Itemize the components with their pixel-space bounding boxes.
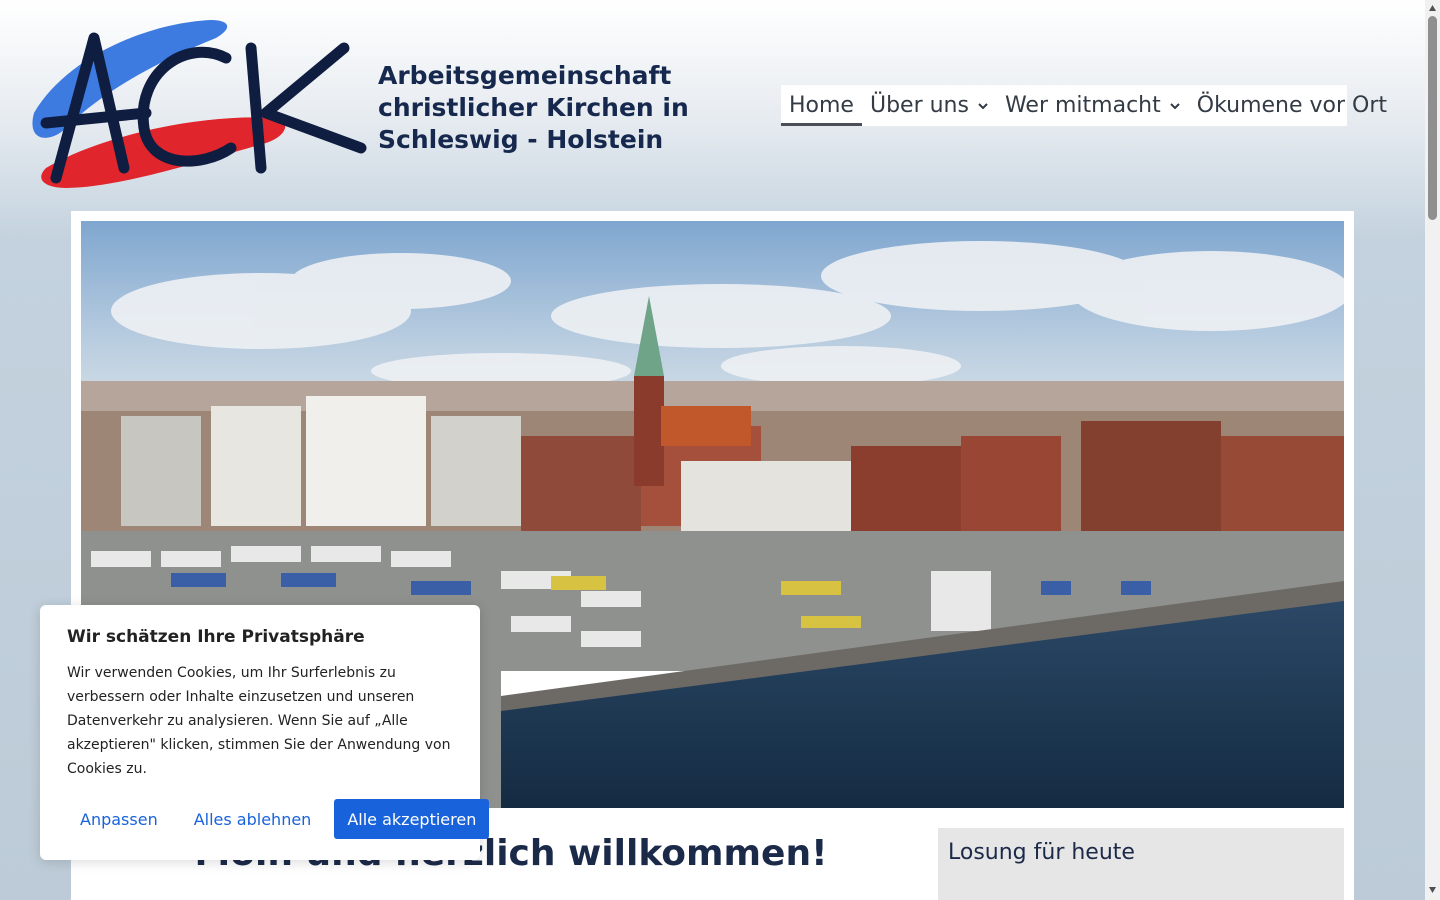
logo-wordmark: Arbeitsgemeinschaft christlicher Kirchen… — [378, 60, 689, 156]
logo-line-1: Arbeitsgemeinschaft — [378, 61, 672, 90]
cookie-consent-banner: Wir schätzen Ihre Privatsphäre Wir verwe… — [40, 605, 490, 860]
nav-item-home[interactable]: Home — [781, 85, 862, 126]
nav-item-label: Über uns — [869, 93, 969, 118]
scroll-up-arrow-icon[interactable] — [1428, 4, 1437, 12]
chevron-down-icon — [1170, 102, 1180, 109]
page-scrollbar[interactable] — [1425, 0, 1440, 900]
chevron-down-icon — [978, 102, 988, 109]
ack-logo-mark — [32, 20, 367, 188]
scroll-down-arrow-icon[interactable] — [1428, 886, 1437, 894]
nav-item-wer-mitmacht[interactable]: Wer mitmacht — [997, 85, 1189, 126]
cookie-accept-all-button[interactable]: Alle akzeptieren — [334, 799, 490, 839]
logo-line-3: Schleswig - Holstein — [378, 125, 664, 154]
logo-line-2: christlicher Kirchen in — [378, 93, 689, 122]
nav-item-ueber-uns[interactable]: Über uns — [862, 85, 997, 126]
cookie-banner-title: Wir schätzen Ihre Privatsphäre — [67, 627, 365, 647]
main-navigation: Home Über uns Wer mitmacht Ökumene vor O… — [781, 85, 1387, 126]
cookie-button-group: Anpassen Alles ablehnen Alle akzeptieren — [67, 799, 490, 839]
nav-item-oekumene-vor-ort[interactable]: Ökumene vor Ort — [1189, 85, 1395, 126]
daily-watchword-card: Losung für heute — [938, 828, 1344, 900]
nav-item-label: Wer mitmacht — [1004, 93, 1161, 118]
site-logo[interactable]: Arbeitsgemeinschaft christlicher Kirchen… — [26, 18, 706, 193]
cookie-customize-button[interactable]: Anpassen — [67, 799, 171, 839]
daily-watchword-title: Losung für heute — [948, 840, 1135, 865]
cookie-reject-all-button[interactable]: Alles ablehnen — [180, 799, 325, 839]
scrollbar-thumb[interactable] — [1428, 16, 1437, 220]
nav-item-label: Home — [789, 93, 854, 118]
cookie-banner-text: Wir verwenden Cookies, um Ihr Surferlebn… — [67, 665, 451, 777]
nav-item-label: Ökumene vor Ort — [1196, 93, 1388, 118]
